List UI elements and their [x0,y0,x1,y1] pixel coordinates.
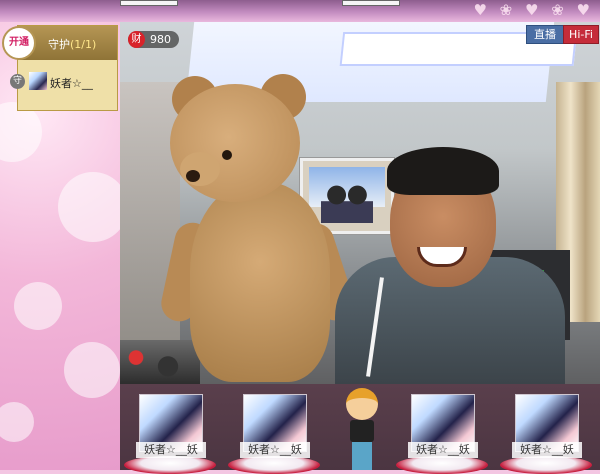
teddy-bear [157,72,359,384]
seat-slot[interactable]: 妖者☆__妖 [226,390,320,474]
guard-title: 守护(1/1) [48,36,96,52]
seat-label: 妖者☆__妖 [408,442,478,458]
heart-decor-icon: ♥ ❀ ♥ ❀ ♥ [473,1,594,19]
streamer [335,147,565,384]
seat-label: 妖者☆__妖 [136,442,206,458]
seat-label: 妖者☆__妖 [240,442,310,458]
left-guard-sidebar: 守护(1/1) 守 妖者☆__ 开通 [0,22,120,470]
guard-count: (1/1) [70,38,97,51]
seat-slot[interactable]: 妖者☆__妖 [498,390,592,474]
wealth-badge: 财 980 [128,31,179,48]
seat-pedestal [124,456,216,474]
seat-pedestal [500,456,592,474]
top-thumbnail[interactable] [120,0,178,6]
guard-member-row[interactable]: 守 妖者☆__ [10,72,120,92]
cartoon-avatar[interactable] [344,386,380,470]
guard-mark-icon: 守 [10,74,25,89]
top-decor-strip: ♥ ❀ ♥ ❀ ♥ [0,0,600,22]
open-guard-button[interactable]: 开通 [2,26,36,60]
top-thumbnail[interactable] [342,0,400,6]
seat-pedestal [228,456,320,474]
wealth-value: 980 [150,33,171,46]
live-button[interactable]: 直播 [526,25,564,44]
video-stream[interactable] [120,22,600,384]
seat-slot[interactable]: 妖者☆__妖 [394,390,488,474]
seat-slot[interactable]: 妖者☆__妖 [122,390,216,474]
guard-title-text: 守护 [48,38,70,51]
guard-member-name[interactable]: 妖者☆__ [50,75,93,91]
seat-pedestal [396,456,488,474]
hifi-button[interactable]: Hi-Fi [563,25,599,44]
seat-label: 妖者☆__妖 [512,442,582,458]
wealth-coin-icon: 财 [128,31,145,48]
avatar[interactable] [29,72,47,90]
